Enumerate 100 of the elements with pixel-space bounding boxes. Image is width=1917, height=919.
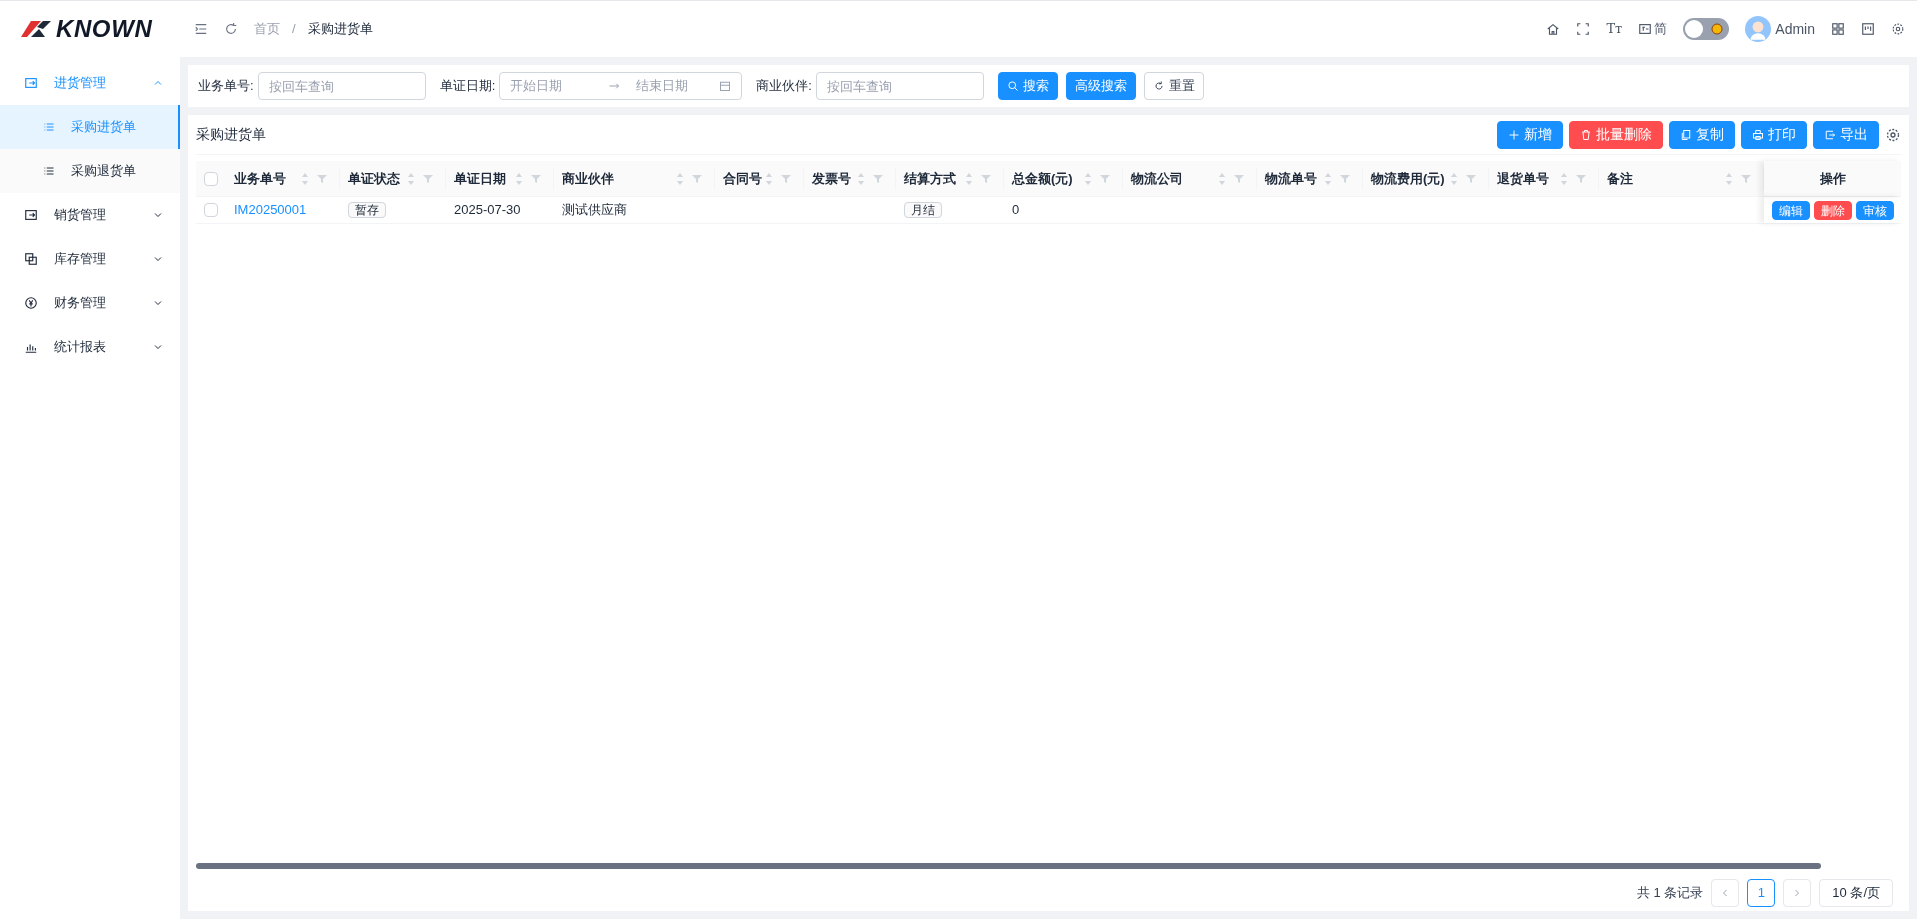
column-header: 结算方式 xyxy=(904,169,956,188)
search-field[interactable]: 按回车查询 xyxy=(815,72,984,100)
sort-icon[interactable] xyxy=(1560,172,1568,185)
settings-icon xyxy=(1891,22,1905,36)
column-header: 业务单号 xyxy=(234,169,286,188)
breadcrumb-separator: / xyxy=(292,20,296,39)
logo-text: KNOWN xyxy=(56,14,153,44)
sort-icon[interactable] xyxy=(965,172,973,185)
column-header: 总金额(元) xyxy=(1012,169,1073,188)
breadcrumb-link[interactable]: 采购进货单 xyxy=(307,19,373,39)
settings-icon xyxy=(1885,126,1901,143)
filter-icon[interactable] xyxy=(1100,173,1110,184)
column-header: 单证状态 xyxy=(348,169,400,188)
status-tag: 月结 xyxy=(904,202,942,219)
toolbar-button[interactable]: 复制 xyxy=(1669,120,1735,149)
calendar-icon xyxy=(719,80,732,92)
field-label: 商业伙伴: xyxy=(756,77,812,96)
next-page-button[interactable] xyxy=(1783,879,1812,907)
filter-icon[interactable] xyxy=(981,173,991,184)
reset-icon xyxy=(1152,80,1165,92)
submenu-item[interactable]: 采购进货单 xyxy=(0,105,180,149)
logo-icon xyxy=(20,19,52,39)
status-tag: 暂存 xyxy=(348,202,386,219)
filter-icon[interactable] xyxy=(781,173,791,184)
filter-icon[interactable] xyxy=(1340,173,1350,184)
sort-icon[interactable] xyxy=(1218,172,1226,185)
search-button[interactable]: 搜索 xyxy=(997,72,1058,100)
filter-icon[interactable] xyxy=(423,173,433,184)
field-label: 业务单号: xyxy=(198,77,254,96)
row-action-button[interactable]: 编辑 xyxy=(1771,200,1810,220)
menu-icon xyxy=(194,22,208,36)
table-cell: 0 xyxy=(1012,202,1020,218)
theme-switch[interactable] xyxy=(1683,18,1730,40)
sun-icon xyxy=(1709,21,1726,37)
sort-icon[interactable] xyxy=(1450,172,1458,185)
table-cell: 测试供应商 xyxy=(562,202,627,218)
filter-icon[interactable] xyxy=(1466,173,1476,184)
menu-item[interactable]: 财务管理 xyxy=(0,281,180,325)
sort-icon[interactable] xyxy=(301,172,309,185)
user-name[interactable]: Admin xyxy=(1775,18,1815,40)
sort-icon[interactable] xyxy=(1725,172,1733,185)
search-button[interactable]: 高级搜索 xyxy=(1065,72,1136,100)
grid-icon xyxy=(1831,22,1845,36)
font-size-button[interactable]: Tт xyxy=(1606,19,1623,39)
order-link[interactable]: IM20250001 xyxy=(234,202,307,218)
sort-icon[interactable] xyxy=(515,172,523,185)
sort-icon[interactable] xyxy=(857,172,865,185)
column-header: 物流费用(元) xyxy=(1371,169,1445,188)
filter-icon[interactable] xyxy=(692,173,702,184)
breadcrumb-link[interactable]: 首页 xyxy=(254,19,280,39)
field-label: 单证日期: xyxy=(439,77,496,96)
horizontal-scrollbar[interactable] xyxy=(196,863,1821,869)
toolbar-button[interactable]: 打印 xyxy=(1741,120,1807,149)
row-action-button[interactable]: 审核 xyxy=(1855,200,1894,220)
date-range-field[interactable]: 开始日期 结束日期 xyxy=(499,72,743,100)
toolbar-button[interactable]: 导出 xyxy=(1813,120,1879,149)
column-header: 商业伙伴 xyxy=(562,169,614,188)
sort-icon[interactable] xyxy=(1324,172,1332,185)
search-icon xyxy=(1006,80,1019,92)
submenu-item[interactable]: 采购退货单 xyxy=(0,149,180,193)
end-date-placeholder: 结束日期 xyxy=(636,77,689,96)
previous-page-button[interactable] xyxy=(1711,879,1740,907)
export-icon xyxy=(1824,128,1836,141)
column-header: 合同号 xyxy=(723,169,762,188)
plus-icon xyxy=(1508,128,1520,141)
filter-icon[interactable] xyxy=(531,173,541,184)
sort-icon[interactable] xyxy=(676,172,684,185)
filter-icon[interactable] xyxy=(1576,173,1586,184)
toolbar-button[interactable]: 新增 xyxy=(1497,120,1563,149)
menu-item[interactable]: 统计报表 xyxy=(0,325,180,369)
toolbar-button[interactable]: 批量删除 xyxy=(1569,120,1663,149)
search-button[interactable]: 重置 xyxy=(1143,72,1204,100)
trash-icon xyxy=(1580,128,1592,141)
filter-icon[interactable] xyxy=(317,173,327,184)
translate-icon xyxy=(1638,22,1653,36)
yen-icon xyxy=(24,296,38,310)
column-header: 操作 xyxy=(1819,169,1846,188)
menu-item[interactable]: 进货管理 xyxy=(0,61,180,105)
sort-icon[interactable] xyxy=(765,172,773,185)
row-action-button[interactable]: 删除 xyxy=(1813,200,1852,220)
page-size-select[interactable]: 10 条/页 xyxy=(1819,879,1893,907)
search-field[interactable]: 按回车查询 xyxy=(257,72,426,100)
menu-item[interactable]: 库存管理 xyxy=(0,237,180,281)
printer-icon xyxy=(1752,128,1764,141)
filter-icon[interactable] xyxy=(1741,173,1751,184)
filter-icon[interactable] xyxy=(873,173,883,184)
column-header: 发票号 xyxy=(812,169,851,188)
column-header: 备注 xyxy=(1607,169,1633,188)
menu-item[interactable]: 销货管理 xyxy=(0,193,180,237)
copy-icon xyxy=(1680,128,1692,141)
sort-icon[interactable] xyxy=(407,172,415,185)
language-button[interactable]: 简 xyxy=(1638,19,1668,39)
select-all-checkbox[interactable] xyxy=(204,171,218,186)
page-button[interactable]: 1 xyxy=(1747,879,1776,907)
filter-icon[interactable] xyxy=(1234,173,1244,184)
sort-icon[interactable] xyxy=(1084,172,1092,185)
row-checkbox[interactable] xyxy=(204,203,218,217)
fullscreen-icon xyxy=(1576,22,1591,36)
column-header: 物流公司 xyxy=(1131,169,1183,188)
home-icon xyxy=(1546,22,1561,36)
